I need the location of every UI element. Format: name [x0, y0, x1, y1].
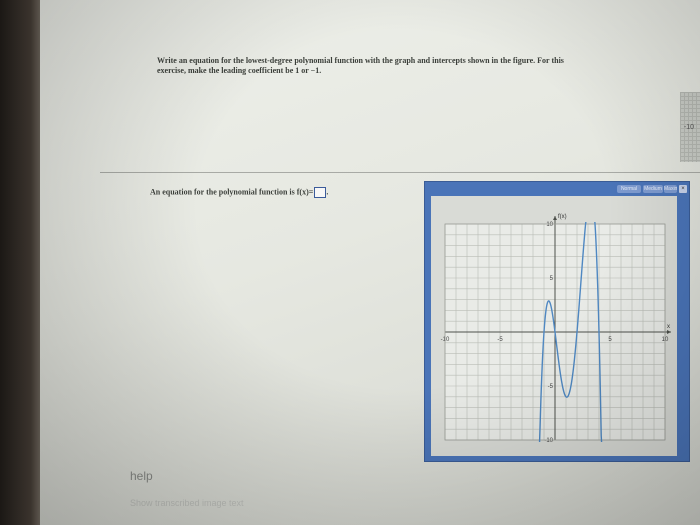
show-transcribed-text-link[interactable]: Show transcribed image text: [130, 498, 244, 508]
question-line-2: exercise, make the leading coefficient b…: [157, 66, 322, 75]
close-icon[interactable]: ×: [679, 185, 687, 193]
y-axis-arrow: [553, 216, 557, 220]
y-axis-label: f(x): [558, 214, 567, 220]
question-text: Write an equation for the lowest-degree …: [157, 56, 677, 76]
y-tick-label: -5: [548, 384, 554, 390]
medium-size-button[interactable]: Medium: [643, 185, 663, 193]
screen: Write an equation for the lowest-degree …: [40, 0, 700, 525]
x-tick-label: -5: [497, 337, 503, 343]
answer-row: An equation for the polynomial function …: [150, 187, 328, 198]
normal-size-button[interactable]: Normal: [617, 185, 641, 193]
y-tick-label: -10: [544, 438, 553, 444]
y-tick-label: 10: [546, 222, 553, 228]
graph-window: Normal Medium Maximize × xf(x)-10-551010…: [424, 181, 690, 462]
question-line-1: Write an equation for the lowest-degree …: [157, 56, 564, 65]
maximize-button[interactable]: Maximize: [664, 185, 677, 193]
answer-suffix: .: [326, 187, 329, 197]
x-axis-label: x: [667, 324, 670, 330]
plot-area: x f(x) -10 -5 5 10 10 5 -5 -10: [431, 196, 677, 456]
graph-window-title-bar: Normal Medium Maximize ×: [425, 182, 689, 196]
answer-prompt: An equation for the polynomial function …: [150, 187, 314, 197]
side-graph-tick-label: -10: [683, 124, 694, 131]
answer-input[interactable]: [314, 187, 327, 198]
help-link[interactable]: help: [130, 469, 153, 483]
section-divider: [100, 172, 700, 173]
monitor-bezel: [0, 0, 44, 525]
x-axis-arrow: [667, 330, 671, 334]
polynomial-graph: xf(x)-10 -5 5 10105-5-10: [441, 214, 671, 444]
